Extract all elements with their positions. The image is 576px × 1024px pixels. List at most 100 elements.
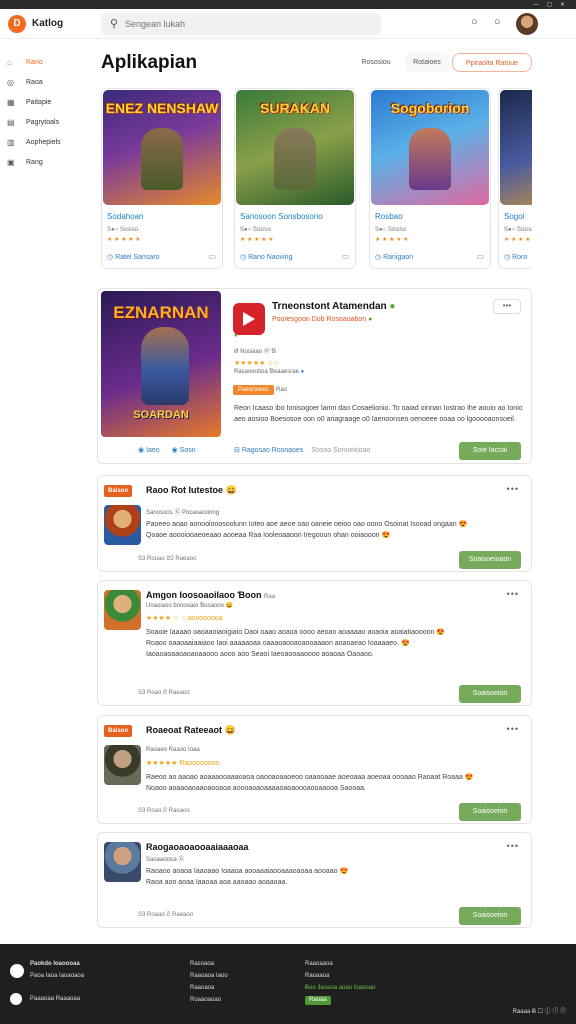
game-rating: ★ ★ ★ ★ ★ [504, 237, 532, 243]
more-options-icon[interactable]: ••• [507, 841, 519, 851]
game-meta: S●○ Sosiso [107, 227, 138, 233]
sidebar-item-1[interactable]: ◎ Raoa [0, 72, 80, 92]
review-meta: Sanosoos Ⓖ Pooasaoonng [146, 510, 220, 516]
game-cover[interactable]: Na [500, 90, 532, 205]
app-brand[interactable]: Katlog [32, 18, 63, 29]
game-cover-title: Sogoborion [390, 100, 470, 116]
get-button[interactable]: Soaisoeion [459, 685, 521, 703]
game-cover[interactable]: ENEZ NENSHAW [103, 90, 221, 205]
more-options-button[interactable]: ••• [493, 299, 521, 314]
game-meta: S●○ Sosiso [375, 227, 406, 233]
footer-brand-line1: Paokdo Ioaoooaa [30, 961, 80, 967]
review-avatar[interactable] [104, 745, 141, 785]
game-card[interactable]: Sogoborion Rosbao S●○ Sosiso ★ ★ ★ ★ ★ ◷ Ran… [369, 88, 491, 269]
game-name[interactable]: Sanosoon Sonsbosono [240, 212, 323, 221]
clock-icon: ◷ [504, 254, 511, 261]
footer-link[interactable]: Rasoaoa [190, 958, 228, 970]
game-card[interactable]: NaSogoiS●○ Sosiso★ ★ ★ ★ ★◷ Roro▭ [498, 88, 532, 269]
get-button[interactable]: Soaisoeion [459, 803, 521, 821]
sidebar-item-0[interactable]: ⌂ Rano [0, 52, 80, 72]
tab-rotaioes[interactable]: Rotaioes [405, 53, 449, 72]
window-controls[interactable]: — ▢ ✕ [533, 1, 568, 8]
avatar[interactable] [516, 13, 538, 35]
footer-link[interactable]: Raoaaoa [305, 970, 375, 982]
game-action[interactable]: ◷ Roro [504, 253, 527, 261]
sidebar-item-3[interactable]: ▤ Pagrytoals [0, 112, 80, 132]
review-card: Raogaoaoaooaaiaaaoaa Saoaaoooa Ⓖ Raoaoo ao… [97, 832, 532, 928]
more-options-icon[interactable]: ••• [507, 484, 519, 494]
footer-link[interactable]: Raaoaoa Iaoo [190, 970, 228, 982]
footer-link[interactable]: Raaoaoa [190, 982, 228, 994]
more-options-icon[interactable]: ••• [507, 589, 519, 599]
get-button[interactable]: Soaisoeioaon [459, 551, 521, 569]
download-icon[interactable]: ▭ [341, 252, 349, 261]
brand-logo [10, 964, 24, 978]
featured-subtitle: Pooresgoon Dob Rosoaoabon ● [272, 316, 373, 323]
chat-icon[interactable]: ◉ [138, 447, 144, 454]
more-options-icon[interactable]: ••• [507, 724, 519, 734]
review-heading: Raogaoaoaooaaiaaaoaa [146, 842, 249, 852]
link-sosoo[interactable]: Sosoo Sonoeiooao [311, 447, 370, 454]
download-icon[interactable]: ▭ [476, 252, 484, 261]
chat-icon: ▤ [7, 117, 15, 127]
game-name[interactable]: Rosbao [375, 212, 403, 221]
footer-brand-line3: Paaaoaa Raaaoaa [30, 996, 81, 1002]
game-name[interactable]: Sogoi [504, 212, 524, 221]
clock-icon: ◷ [375, 254, 382, 261]
game-action[interactable]: ◷ Ranigaon [375, 253, 413, 261]
footer-link[interactable]: Raoaa [305, 994, 375, 1006]
footer-link[interactable]: Roaaoaoao [190, 994, 228, 1006]
settings-icon[interactable]: ○ [494, 16, 501, 28]
chat-icon[interactable]: ◉ [172, 447, 178, 454]
game-rating: ★ ★ ★ ★ ★ [375, 237, 409, 243]
verified-icon: ● [368, 316, 373, 323]
sidebar-item-2[interactable]: ▦ Paitapie [0, 92, 80, 112]
footer-link-2[interactable]: Sosn [180, 447, 196, 454]
featured-meta: Ͷ Nosiaao Ⓗ Ɓ [234, 349, 277, 355]
sidebar-item-label: Rang [26, 158, 43, 166]
footer-col-2: Rasoaoa Raaoaoa Iaoo Raaoaoa Roaaoaoao [190, 958, 228, 1006]
footer-pill[interactable]: Raoaa [305, 996, 331, 1005]
game-cover[interactable]: Sogoborion [371, 90, 489, 205]
featured-image[interactable]: EZNARNAN SOARDAN [101, 291, 221, 437]
review-heading: Raoo Rot Iutestoe 😄 [146, 485, 237, 495]
sidebar-item-4[interactable]: ▥ Aophepiels [0, 132, 80, 152]
game-rating: ★ ★ ★ ★ ★ [107, 237, 141, 243]
verified-icon: ● [389, 301, 396, 312]
download-icon[interactable]: ▭ [208, 252, 216, 261]
game-card[interactable]: ENEZ NENSHAW Sodahoan S●○ Sosiso ★ ★ ★ ★ ★ ◷… [101, 88, 223, 269]
review-stats: S3 Rouao Ƨ2 Raeaoo [138, 556, 197, 562]
game-action[interactable]: ◷ Ratei Sansaro [107, 253, 159, 261]
game-meta: S●○ Sosiso [240, 227, 271, 233]
review-avatar[interactable] [104, 505, 141, 545]
game-cover[interactable]: SURAKAN [236, 90, 354, 205]
sidebar-item-label: Rano [26, 58, 43, 66]
sidebar-item-5[interactable]: ▣ Rang [0, 152, 80, 172]
search-input[interactable] [125, 16, 365, 32]
tab-rososiou[interactable]: Rososiou [354, 53, 398, 72]
footer-link-1[interactable]: Iaeo [146, 447, 160, 454]
link-ragosao[interactable]: Ragosao Rosnaoes [242, 447, 304, 454]
search-bar[interactable]: ⚲ [101, 13, 381, 35]
get-button[interactable]: Soie Iacsai [459, 442, 521, 460]
review-avatar[interactable] [104, 590, 141, 630]
game-name[interactable]: Sodahoan [107, 212, 143, 221]
folder-icon: ▣ [7, 157, 15, 167]
game-action-label: Rano Naoving [248, 254, 293, 261]
review-card: Baisoo Raoo Rot Iutestoe 😄 Sanosoos Ⓖ Pooa… [97, 475, 532, 572]
app-icon[interactable] [233, 303, 265, 335]
featured-links: ⊟ Ragosao Rosnaoes Sosoo Sonoeiooao [234, 446, 370, 454]
apps-icon: ▥ [7, 137, 15, 147]
review-heading: Roaeoat Rateeaot 😄 [146, 725, 236, 735]
review-avatar[interactable] [104, 842, 141, 882]
game-card[interactable]: SURAKAN Sanosoon Sonsbosono S●○ Sosiso ★ ★ … [234, 88, 356, 269]
featured-character [141, 327, 189, 405]
footer-social[interactable]: Raaaa Ƀ ☐ ⓙ ⓘ Ⓘ [513, 1006, 566, 1015]
footer-link[interactable]: Raaoaaoa [305, 958, 375, 970]
notification-icon[interactable]: ○ [471, 16, 478, 28]
footer-link[interactable]: Ƀoo Ɉaoaoa aoao Ioaooao [305, 982, 375, 994]
app-logo[interactable]: D [8, 15, 26, 33]
cta-button[interactable]: Ppiraolta Ratoue [452, 53, 532, 72]
get-button[interactable]: Soaisoeion [459, 907, 521, 925]
game-action[interactable]: ◷ Rano Naoving [240, 253, 292, 261]
